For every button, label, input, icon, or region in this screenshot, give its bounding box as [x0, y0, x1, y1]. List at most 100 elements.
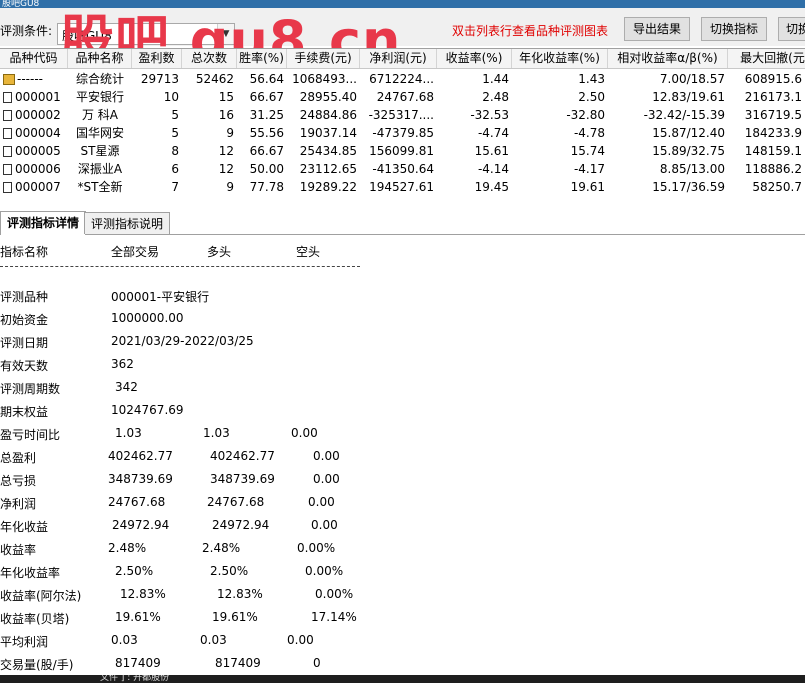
- document-icon: [3, 146, 12, 157]
- detail-value-short: 0.00: [313, 472, 340, 486]
- cell-profit: -47379.85: [372, 126, 434, 140]
- document-icon: [3, 164, 12, 175]
- cell-drawdown: 118886.2: [744, 162, 802, 176]
- col-header-profit[interactable]: 净利润(元): [360, 49, 437, 68]
- detail-label: 盈亏时间比: [0, 428, 61, 442]
- cell-drawdown: 58250.7: [752, 180, 802, 194]
- table-row[interactable]: 000002 万 科A 5 16 31.25 24884.86 -325317.…: [0, 106, 805, 124]
- table-row[interactable]: 000005 ST星源 8 12 66.67 25434.85 156099.8…: [0, 142, 805, 160]
- cell-drawdown: 148159.1: [744, 144, 802, 158]
- condition-label: 评测条件:: [0, 24, 53, 38]
- cell-return: 15.61: [474, 144, 509, 158]
- cell-code: 000004: [15, 126, 61, 140]
- col-header-return[interactable]: 收益率(%): [437, 49, 512, 68]
- document-icon: [3, 182, 12, 193]
- detail-value-short: 17.14%: [311, 610, 357, 624]
- detail-label: 净利润: [0, 497, 37, 511]
- cell-total: 12: [218, 144, 234, 158]
- cell-fee: 25434.85: [299, 144, 357, 158]
- detail-value-all: 12.83%: [120, 587, 166, 601]
- cell-wins: 6: [171, 162, 179, 176]
- detail-label: 年化收益: [0, 520, 49, 534]
- detail-value-all: 24972.94: [112, 518, 170, 532]
- cell-total: 15: [218, 90, 234, 104]
- col-header-drawdown[interactable]: 最大回撤(元: [728, 49, 805, 68]
- detail-value-long: 19.61%: [212, 610, 258, 624]
- col-header-relative-return[interactable]: 相对收益率α/β(%): [608, 49, 728, 68]
- col-header-fee[interactable]: 手续费(元): [287, 49, 360, 68]
- cell-winrate: 66.67: [249, 144, 284, 158]
- cell-profit: -41350.64: [372, 162, 434, 176]
- cell-code: 000001: [15, 90, 61, 104]
- cell-code: 000002: [15, 108, 61, 122]
- detail-value-short: 0.00: [311, 518, 338, 532]
- detail-label: 年化收益率: [0, 566, 61, 580]
- col-header-wins[interactable]: 盈利数: [132, 49, 182, 68]
- tab-indicator-details[interactable]: 评测指标详情: [0, 211, 87, 235]
- cell-return: 2.48: [482, 90, 509, 104]
- detail-label: 评测周期数: [0, 382, 61, 396]
- tab-indicator-description[interactable]: 评测指标说明: [84, 212, 171, 234]
- cell-profit: -325317....: [368, 108, 434, 122]
- col-header-winrate[interactable]: 胜率(%): [237, 49, 287, 68]
- hint-text: 双击列表行查看品种评测图表: [452, 24, 609, 38]
- detail-value-long: 348739.69: [210, 472, 275, 486]
- cell-fee: 24884.86: [299, 108, 357, 122]
- cell-return: 1.44: [482, 72, 509, 86]
- cell-profit: 6712224...: [369, 72, 434, 86]
- cell-name: 综合统计: [75, 72, 124, 86]
- detail-value-long: 2.50%: [210, 564, 249, 578]
- detail-value-long: 1.03: [203, 426, 230, 440]
- separator-line: [0, 266, 360, 267]
- table-row[interactable]: 000004 国华网安 5 9 55.56 19037.14 -47379.85…: [0, 124, 805, 142]
- col-header-annual-return[interactable]: 年化收益率(%): [512, 49, 608, 68]
- detail-value-long: 12.83%: [217, 587, 263, 601]
- detail-value-short: 0.00: [308, 495, 335, 509]
- detail-value-all: 2.50%: [115, 564, 154, 578]
- cell-winrate: 56.64: [249, 72, 284, 86]
- switch-button[interactable]: 切换: [778, 17, 805, 41]
- detail-value-all: 402462.77: [108, 449, 173, 463]
- cell-wins: 8: [171, 144, 179, 158]
- cell-drawdown: 608915.6: [744, 72, 802, 86]
- cell-annual-return: -4.78: [573, 126, 605, 140]
- cell-winrate: 55.56: [249, 126, 284, 140]
- switch-indicator-button[interactable]: 切换指标: [701, 17, 767, 41]
- results-table[interactable]: 品种代码 品种名称 盈利数 总次数 胜率(%) 手续费(元) 净利润(元) 收益…: [0, 48, 805, 205]
- detail-header-all: 全部交易: [111, 245, 160, 259]
- table-header: 品种代码 品种名称 盈利数 总次数 胜率(%) 手续费(元) 净利润(元) 收益…: [0, 49, 805, 69]
- detail-label: 初始资金: [0, 313, 49, 327]
- detail-value-all: 817409: [115, 656, 161, 670]
- cell-return: -4.74: [477, 126, 509, 140]
- table-row[interactable]: ------ 综合统计 29713 52462 56.64 1068493...…: [0, 70, 805, 88]
- col-header-name[interactable]: 品种名称: [68, 49, 132, 68]
- cell-total: 12: [218, 162, 234, 176]
- cell-fee: 1068493...: [292, 72, 357, 86]
- detail-header-short: 空头: [296, 245, 321, 259]
- cell-name: 深振业A: [77, 162, 123, 176]
- table-row[interactable]: 000007 *ST全新 7 9 77.78 19289.22 194527.6…: [0, 178, 805, 196]
- detail-label: 期末权益: [0, 405, 49, 419]
- detail-label: 总盈利: [0, 451, 37, 465]
- cell-relative-return: 12.83/19.61: [652, 90, 725, 104]
- detail-value-long: 24972.94: [212, 518, 270, 532]
- cell-fee: 28955.40: [299, 90, 357, 104]
- detail-label: 平均利润: [0, 635, 49, 649]
- detail-value-long: 2.48%: [202, 541, 241, 555]
- cell-code: ------: [17, 72, 43, 86]
- cell-winrate: 66.67: [249, 90, 284, 104]
- export-button[interactable]: 导出结果: [624, 17, 690, 41]
- summary-icon: [3, 74, 15, 85]
- col-header-total[interactable]: 总次数: [182, 49, 237, 68]
- cell-name: ST星源: [80, 144, 120, 158]
- cell-wins: 29713: [140, 72, 179, 86]
- col-header-code[interactable]: 品种代码: [0, 49, 68, 68]
- table-row[interactable]: 000006 深振业A 6 12 50.00 23112.65 -41350.6…: [0, 160, 805, 178]
- cell-drawdown: 216173.1: [744, 90, 802, 104]
- detail-label: 评测品种: [0, 290, 49, 304]
- detail-value-all: 342: [115, 380, 138, 394]
- cell-return: -4.14: [477, 162, 509, 176]
- table-row[interactable]: 000001 平安银行 10 15 66.67 28955.40 24767.6…: [0, 88, 805, 106]
- cell-annual-return: -4.17: [573, 162, 605, 176]
- document-icon: [3, 128, 12, 139]
